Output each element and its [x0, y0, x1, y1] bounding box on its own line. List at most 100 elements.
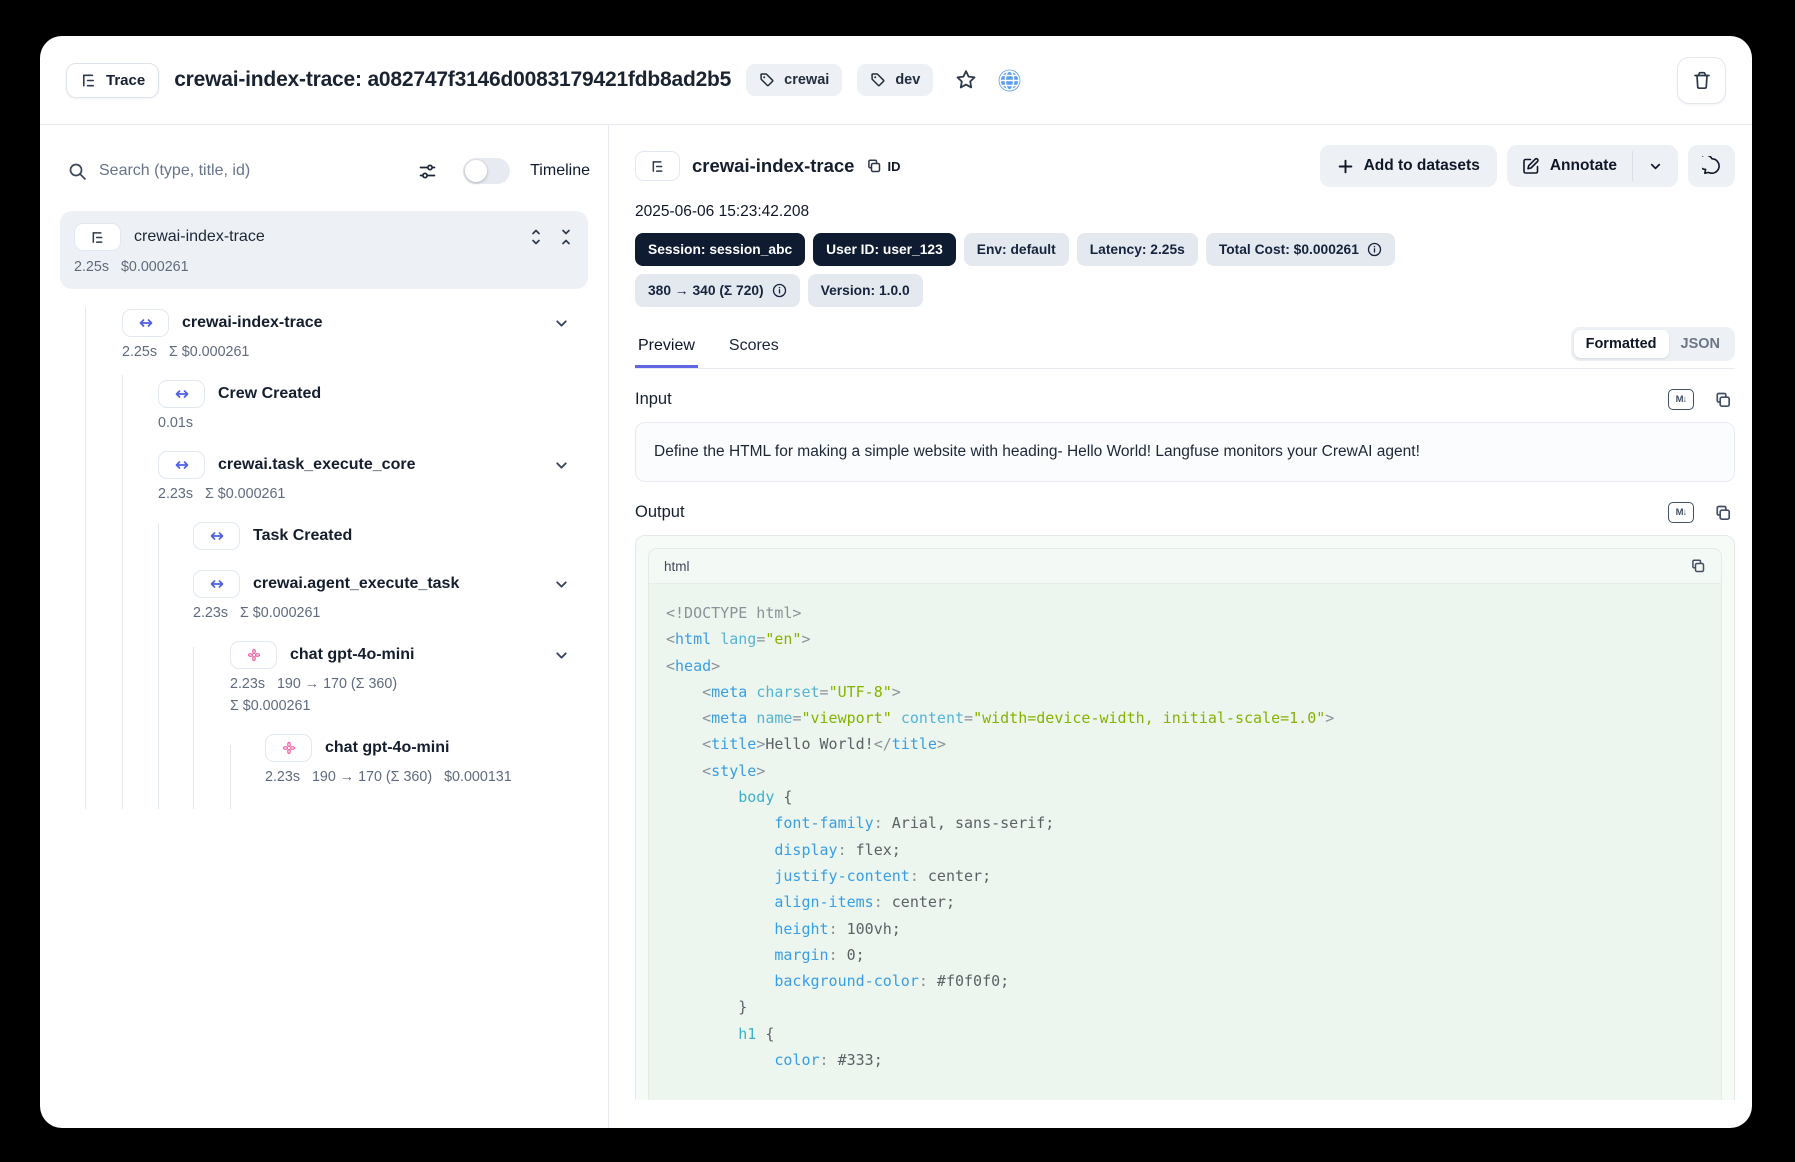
- window-header: Trace crewai-index-trace: a082747f3146d0…: [40, 36, 1752, 125]
- tree-item-label: Crew Created: [218, 385, 322, 402]
- tree-item-cost: Σ $0.000261: [168, 344, 250, 360]
- tag-icon: [759, 72, 775, 88]
- detail-header: crewai-index-trace ID Add to datasets An…: [635, 145, 1735, 187]
- annotate-button[interactable]: Annotate: [1507, 145, 1632, 187]
- tokens-badge: 380 → 340 (Σ 720): [635, 274, 800, 307]
- format-formatted-option[interactable]: Formatted: [1573, 330, 1669, 358]
- filter-sliders-icon[interactable]: [418, 162, 437, 181]
- copy-output-icon[interactable]: [1714, 504, 1732, 522]
- tree-item-label: Task Created: [253, 527, 353, 544]
- list-tree-icon: [74, 223, 121, 251]
- tree-item-duration: 2.25s: [122, 344, 157, 360]
- metadata-badges-row-1: Session: session_abc User ID: user_123 E…: [635, 233, 1735, 266]
- timeline-toggle-label: Timeline: [530, 162, 590, 179]
- format-json-option[interactable]: JSON: [1669, 330, 1733, 358]
- chevron-down-icon[interactable]: [553, 647, 570, 664]
- trace-tree-sidebar: Timeline crewai-index-trace: [40, 125, 609, 1128]
- tree-row[interactable]: crewai.task_execute_core 2.23s Σ $0.0002…: [60, 451, 588, 502]
- tree-item-cost: $0.000261: [120, 259, 189, 275]
- copy-code-icon[interactable]: [1690, 558, 1706, 574]
- total-cost-label: Total Cost: $0.000261: [1218, 242, 1359, 257]
- timeline-toggle[interactable]: [463, 158, 511, 184]
- trace-detail-panel: crewai-index-trace ID Add to datasets An…: [609, 125, 1752, 1128]
- pencil-square-icon: [1522, 157, 1540, 175]
- copy-id-icon[interactable]: [866, 158, 882, 174]
- generation-icon: [265, 734, 312, 762]
- markdown-toggle-icon[interactable]: [1668, 502, 1694, 523]
- tree-item-label: crewai.task_execute_core: [218, 456, 416, 473]
- tag-icon: [870, 72, 886, 88]
- span-icon: [122, 309, 169, 337]
- tree-item-label: chat gpt-4o-mini: [325, 739, 450, 756]
- tree-item-duration: 2.23s: [158, 486, 193, 502]
- span-icon: [158, 451, 205, 479]
- tree-item-duration: 2.23s: [230, 676, 265, 692]
- chevron-down-icon[interactable]: [553, 576, 570, 593]
- total-cost-badge: Total Cost: $0.000261: [1205, 233, 1395, 266]
- tree-root-item[interactable]: crewai-index-trace 2.25s $0.000261: [60, 211, 588, 289]
- tree-item-cost: Σ $0.000261: [204, 486, 286, 502]
- delete-trace-button[interactable]: [1677, 56, 1726, 104]
- add-to-datasets-button[interactable]: Add to datasets: [1319, 145, 1497, 187]
- list-tree-icon: [635, 151, 680, 181]
- span-icon: [193, 570, 240, 598]
- trace-name: crewai-index-trace: [692, 155, 855, 176]
- tree-item-cost: $0.000131: [444, 769, 512, 785]
- user-id-badge[interactable]: User ID: user_123: [813, 233, 956, 266]
- tree-item-label: crewai.agent_execute_task: [253, 575, 460, 592]
- comments-button[interactable]: [1688, 145, 1735, 187]
- code-lines[interactable]: <!DOCTYPE html> <html lang="en"> <head> <m…: [649, 584, 1721, 1089]
- search-input[interactable]: [99, 162, 407, 180]
- tree-item-label: crewai-index-trace: [182, 314, 323, 331]
- tokens-label: 380 → 340 (Σ 720): [648, 283, 764, 298]
- tab-scores[interactable]: Scores: [726, 337, 782, 368]
- tree-item-label: crewai-index-trace: [134, 228, 265, 245]
- output-content: html <!DOCTYPE html> <html lang="en"> <hea…: [635, 535, 1735, 1100]
- tree-row[interactable]: chat gpt-4o-mini 2.23s 190 → 170 (Σ 360)…: [60, 641, 588, 714]
- tree-item-tokens: 190 → 170 (Σ 360): [311, 769, 433, 785]
- tag-label: dev: [895, 72, 921, 88]
- expand-all-icon[interactable]: [528, 229, 544, 245]
- chevron-down-icon[interactable]: [553, 457, 570, 474]
- tree-item-cost: Σ $0.000261: [239, 605, 321, 621]
- tree-row[interactable]: chat gpt-4o-mini 2.23s 190 → 170 (Σ 360)…: [60, 734, 588, 785]
- page-title: crewai-index-trace: a082747f3146d0083179…: [174, 68, 732, 91]
- trace-timestamp: 2025-06-06 15:23:42.208: [635, 203, 810, 220]
- session-badge[interactable]: Session: session_abc: [635, 233, 806, 266]
- chevron-down-icon: [1648, 159, 1663, 174]
- public-globe-icon[interactable]: [997, 68, 1022, 93]
- code-block: html <!DOCTYPE html> <html lang="en"> <hea…: [648, 548, 1722, 1100]
- tree-item-duration: 2.25s: [74, 259, 109, 275]
- tree-row[interactable]: Task Created: [60, 522, 588, 550]
- star-bookmark-icon[interactable]: [954, 68, 978, 92]
- trace-tree: crewai-index-trace 2.25s $0.000261 crewa…: [40, 211, 608, 809]
- info-icon[interactable]: [772, 283, 787, 298]
- info-icon[interactable]: [1367, 242, 1382, 257]
- code-block-header: html: [649, 549, 1721, 584]
- markdown-toggle-icon[interactable]: [1668, 389, 1694, 410]
- collapse-all-icon[interactable]: [558, 229, 574, 245]
- comment-bubble-icon: [1701, 156, 1722, 176]
- latency-badge: Latency: 2.25s: [1076, 233, 1198, 266]
- detail-tabs: Preview Scores Formatted JSON: [635, 325, 1735, 369]
- tab-preview[interactable]: Preview: [635, 337, 698, 368]
- tag-crewai[interactable]: crewai: [746, 64, 843, 96]
- input-label: Input: [635, 390, 672, 408]
- trace-type-badge: Trace: [66, 62, 160, 98]
- tree-row[interactable]: Crew Created 0.01s: [60, 380, 588, 431]
- output-section-header: Output: [635, 502, 1735, 523]
- tag-label: crewai: [784, 72, 830, 88]
- tag-dev[interactable]: dev: [857, 64, 934, 96]
- tree-row[interactable]: crewai-index-trace 2.25s Σ $0.000261: [60, 309, 588, 360]
- tree-item-duration: 2.23s: [265, 769, 300, 785]
- search-icon: [68, 162, 87, 181]
- tree-item-duration: 2.23s: [193, 605, 228, 621]
- input-section-header: Input: [635, 389, 1735, 410]
- annotate-label: Annotate: [1549, 157, 1617, 174]
- copy-input-icon[interactable]: [1714, 391, 1732, 409]
- tree-row[interactable]: crewai.agent_execute_task 2.23s Σ $0.000…: [60, 570, 588, 621]
- chevron-down-icon[interactable]: [553, 315, 570, 332]
- metadata-badges-row-2: 380 → 340 (Σ 720) Version: 1.0.0: [635, 274, 1735, 307]
- tree-item-label: chat gpt-4o-mini: [290, 646, 415, 663]
- annotate-dropdown-button[interactable]: [1633, 145, 1678, 187]
